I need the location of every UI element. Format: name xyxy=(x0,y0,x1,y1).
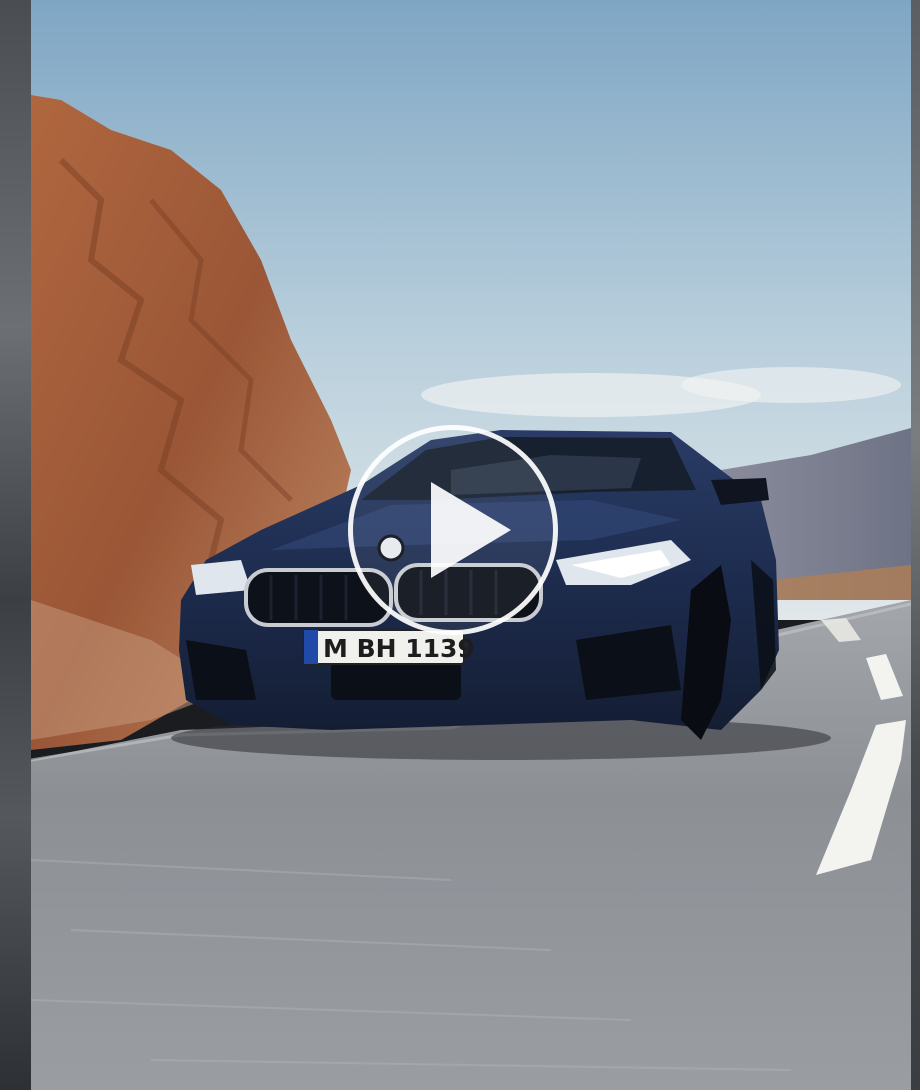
license-plate: M BH 1139 xyxy=(323,634,475,663)
media-carousel: M BH 1139 Play video xyxy=(0,0,920,1090)
next-slide-preview[interactable] xyxy=(911,0,920,1090)
play-icon xyxy=(431,482,511,578)
previous-slide-preview[interactable] xyxy=(0,0,31,1090)
play-button[interactable]: Play video xyxy=(348,425,558,635)
video-player[interactable]: M BH 1139 Play video xyxy=(31,0,911,1090)
